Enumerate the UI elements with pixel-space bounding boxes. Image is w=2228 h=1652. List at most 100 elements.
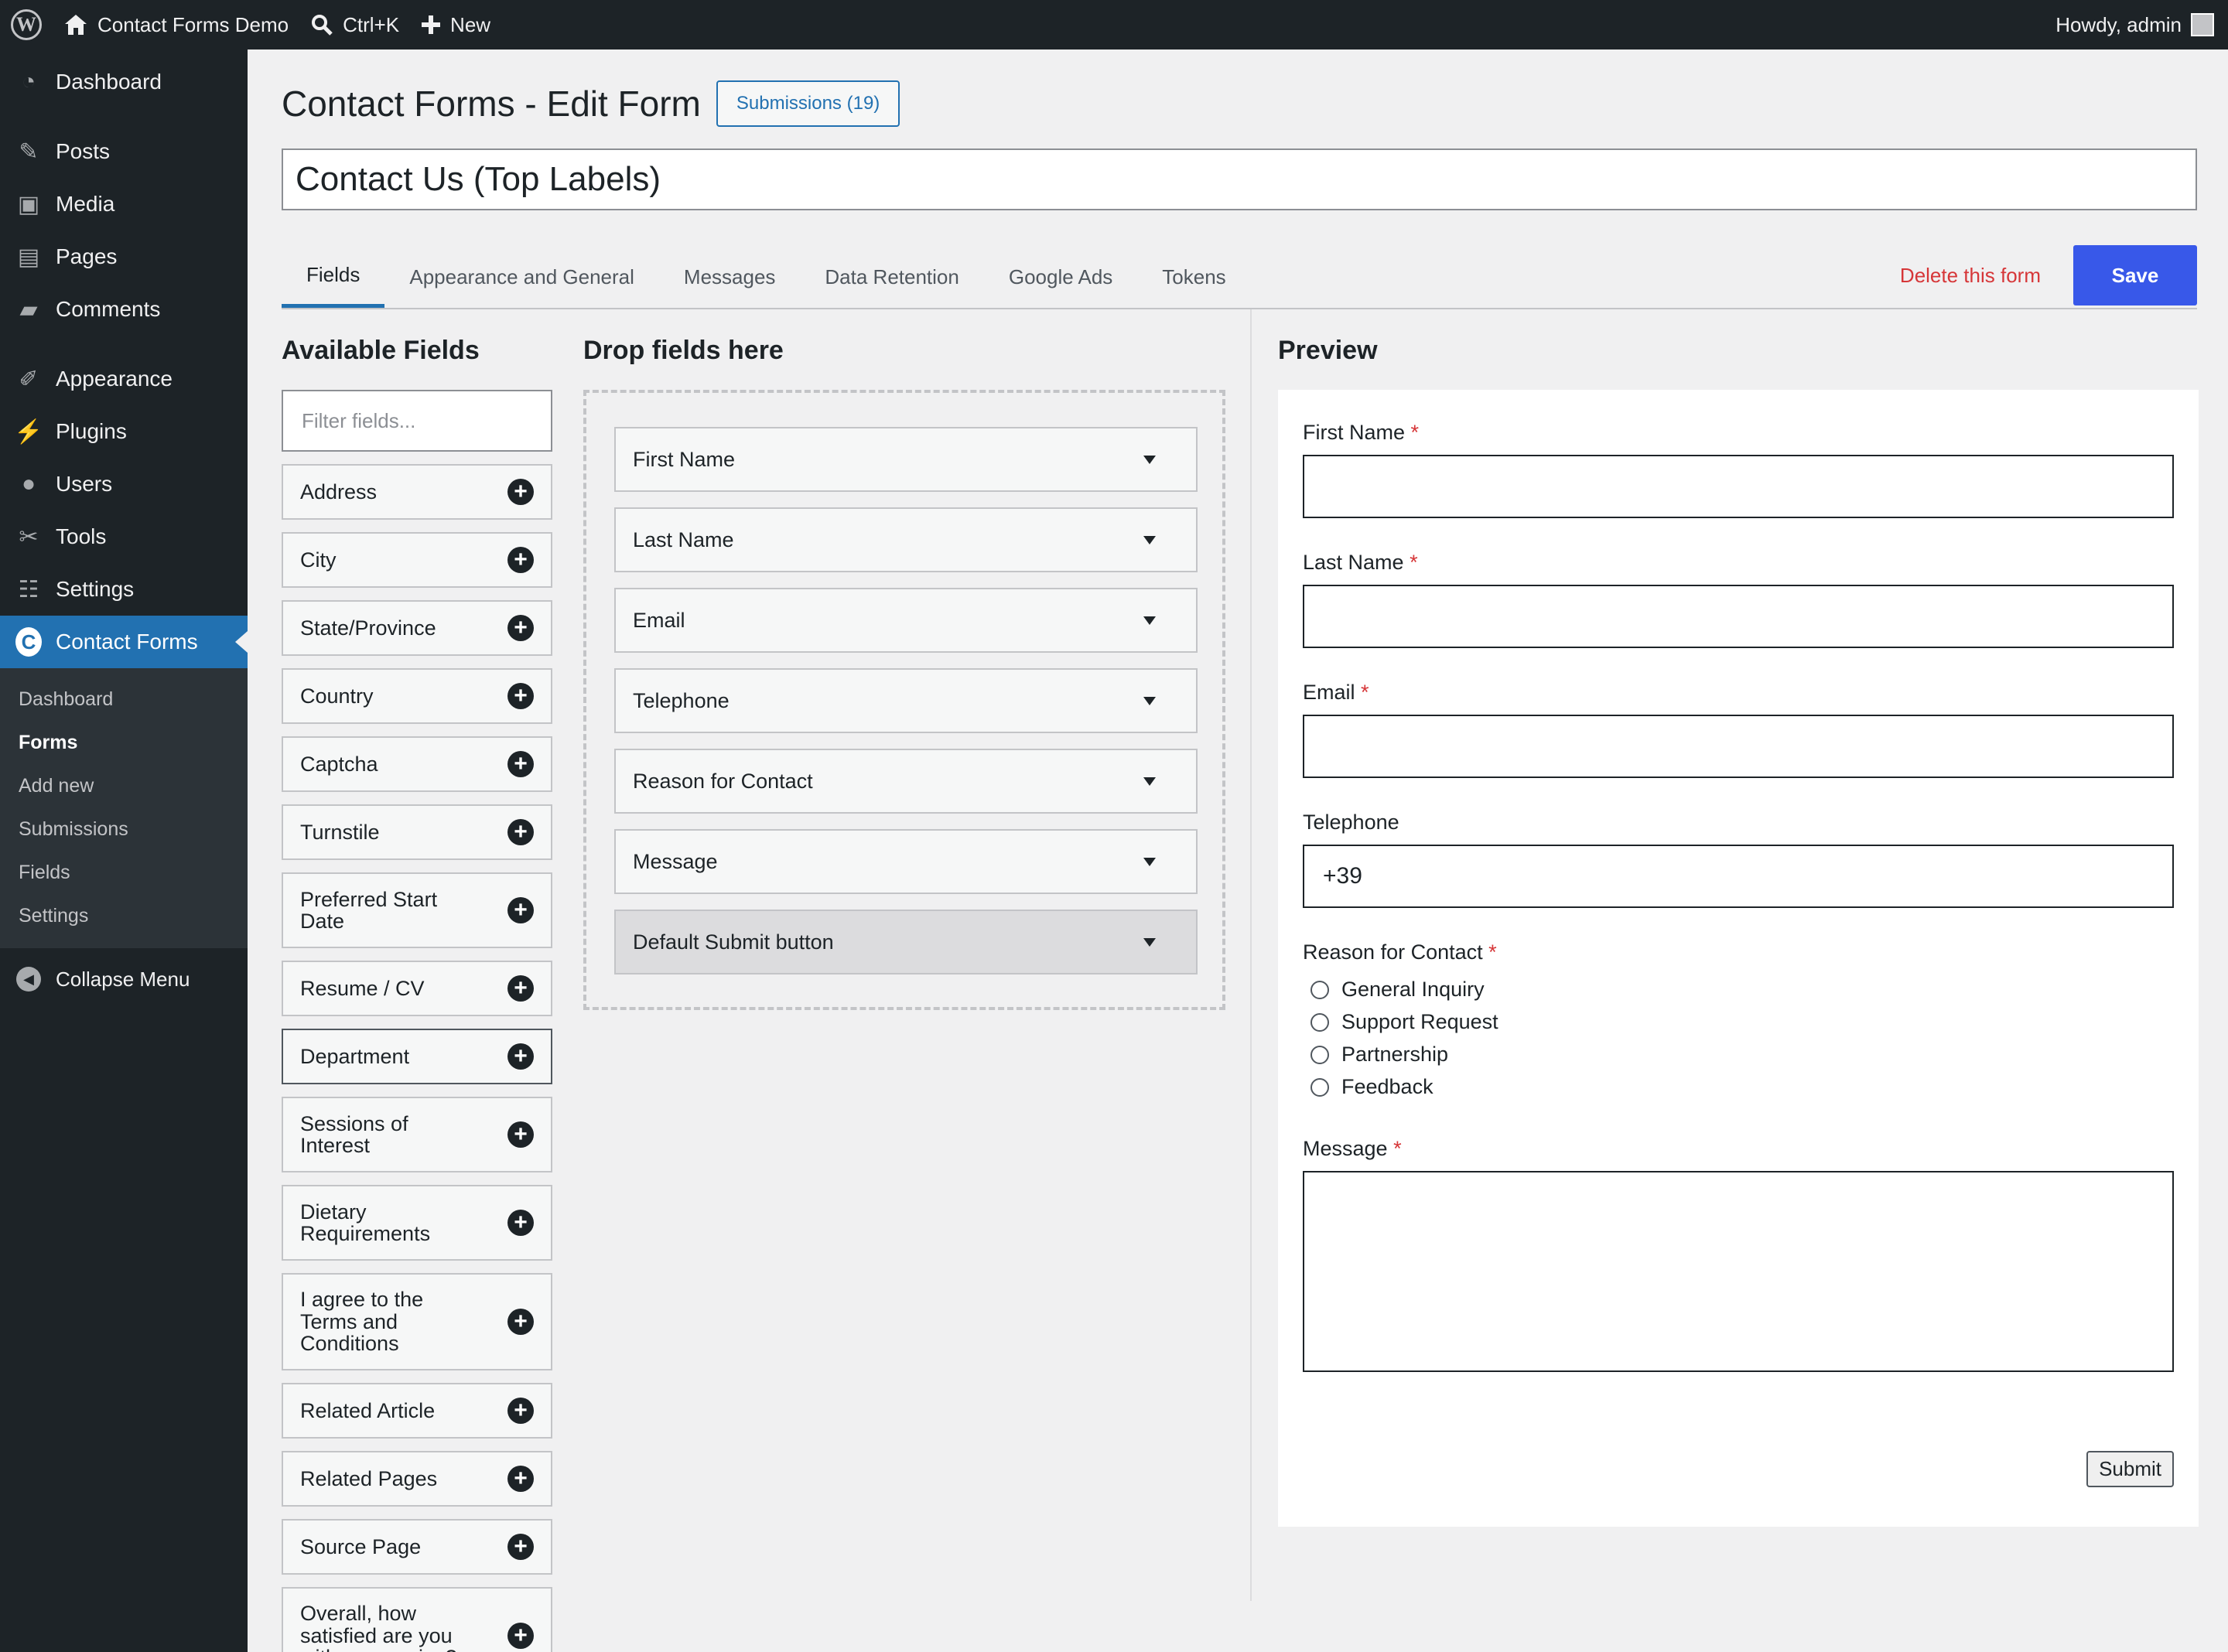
- sidebar-item-users[interactable]: ● Users: [0, 458, 248, 510]
- form-name-input[interactable]: Contact Us (Top Labels): [282, 148, 2197, 210]
- preview-radio-general-inquiry[interactable]: General Inquiry: [1310, 978, 1485, 1002]
- add-circle-icon[interactable]: +: [507, 1210, 534, 1236]
- add-circle-icon[interactable]: +: [507, 1043, 534, 1070]
- drop-zone[interactable]: First Name Last Name Email Telephone Rea…: [583, 390, 1225, 1010]
- tab-data-retention[interactable]: Data Retention: [800, 246, 983, 308]
- wp-logo-link[interactable]: W: [0, 0, 53, 49]
- caret-down-icon[interactable]: [1143, 696, 1156, 705]
- submenu-item-add-new[interactable]: Add new: [0, 764, 248, 807]
- preview-submit-button[interactable]: Submit: [2086, 1451, 2174, 1487]
- caret-down-icon[interactable]: [1143, 616, 1156, 625]
- submenu-item-forms[interactable]: Forms: [0, 721, 248, 764]
- available-field-department[interactable]: Department +: [282, 1029, 552, 1084]
- caret-down-icon[interactable]: [1143, 777, 1156, 786]
- site-name-link[interactable]: Contact Forms Demo: [53, 0, 299, 49]
- submenu-item-dashboard[interactable]: Dashboard: [0, 678, 248, 721]
- add-circle-icon[interactable]: +: [507, 819, 534, 845]
- form-field-last-name[interactable]: Last Name: [614, 507, 1198, 572]
- form-field-email[interactable]: Email: [614, 588, 1198, 653]
- available-field-source-page[interactable]: Source Page +: [282, 1519, 552, 1575]
- add-circle-icon[interactable]: +: [507, 751, 534, 777]
- available-field-preferred-start-date[interactable]: Preferred Start Date +: [282, 872, 552, 948]
- caret-down-icon[interactable]: [1143, 857, 1156, 866]
- available-field-sessions-of-interest[interactable]: Sessions of Interest +: [282, 1097, 552, 1172]
- new-content-button[interactable]: New: [410, 0, 501, 49]
- add-circle-icon[interactable]: +: [507, 1623, 534, 1649]
- add-circle-icon[interactable]: +: [507, 479, 534, 505]
- collapse-menu-label: Collapse Menu: [56, 967, 190, 991]
- search-command-button[interactable]: Ctrl+K: [299, 0, 410, 49]
- sidebar-item-pages[interactable]: ▤ Pages: [0, 230, 248, 283]
- form-field-reason-for-contact[interactable]: Reason for Contact: [614, 749, 1198, 814]
- submenu-item-settings[interactable]: Settings: [0, 894, 248, 937]
- add-circle-icon[interactable]: +: [507, 897, 534, 923]
- collapse-menu-button[interactable]: ◀ Collapse Menu: [0, 953, 248, 1005]
- sidebar-item-plugins[interactable]: ⚡ Plugins: [0, 405, 248, 458]
- preview-radio-support-request[interactable]: Support Request: [1310, 1010, 1498, 1034]
- add-circle-icon[interactable]: +: [507, 1466, 534, 1492]
- tab-tokens[interactable]: Tokens: [1137, 246, 1250, 308]
- plug-icon: ⚡: [14, 418, 43, 445]
- available-field-state-province[interactable]: State/Province +: [282, 600, 552, 656]
- available-field-related-article[interactable]: Related Article +: [282, 1383, 552, 1439]
- available-field-satisfaction[interactable]: Overall, how satisfied are you with our …: [282, 1587, 552, 1652]
- tab-google-ads[interactable]: Google Ads: [984, 246, 1137, 308]
- sidebar-item-appearance[interactable]: ✐ Appearance: [0, 353, 248, 405]
- form-field-message[interactable]: Message: [614, 829, 1198, 894]
- radio-button[interactable]: [1310, 1077, 1329, 1097]
- form-field-telephone[interactable]: Telephone: [614, 668, 1198, 733]
- sidebar-item-label: Users: [56, 472, 113, 496]
- caret-down-icon[interactable]: [1143, 535, 1156, 544]
- submissions-button[interactable]: Submissions (19): [716, 80, 900, 127]
- available-field-city[interactable]: City +: [282, 532, 552, 588]
- preview-first-name-input[interactable]: [1303, 455, 2174, 518]
- available-field-terms-agreement[interactable]: I agree to the Terms and Conditions +: [282, 1273, 552, 1370]
- delete-form-link[interactable]: Delete this form: [1900, 264, 2041, 288]
- sidebar-item-media[interactable]: ▣ Media: [0, 178, 248, 230]
- form-field-submit-button[interactable]: Default Submit button: [614, 910, 1198, 974]
- preview-email-input[interactable]: [1303, 715, 2174, 778]
- add-circle-icon[interactable]: +: [507, 615, 534, 641]
- preview-last-name-input[interactable]: [1303, 585, 2174, 648]
- radio-button[interactable]: [1310, 1045, 1329, 1064]
- sidebar-item-tools[interactable]: ✂ Tools: [0, 510, 248, 563]
- tab-appearance-and-general[interactable]: Appearance and General: [384, 246, 659, 308]
- sidebar-item-contact-forms[interactable]: C Contact Forms: [0, 616, 248, 668]
- add-circle-icon[interactable]: +: [507, 547, 534, 573]
- radio-button[interactable]: [1310, 980, 1329, 999]
- preview-telephone-input[interactable]: +39: [1303, 845, 2174, 908]
- filter-fields-input[interactable]: Filter fields...: [282, 390, 552, 452]
- available-field-dietary-requirements[interactable]: Dietary Requirements +: [282, 1185, 552, 1261]
- submenu-item-fields[interactable]: Fields: [0, 851, 248, 894]
- sidebar-item-dashboard[interactable]: ◔ Dashboard: [0, 56, 248, 108]
- save-button[interactable]: Save: [2073, 245, 2197, 305]
- add-circle-icon[interactable]: +: [507, 1121, 534, 1148]
- add-circle-icon[interactable]: +: [507, 1309, 534, 1335]
- add-circle-icon[interactable]: +: [507, 1534, 534, 1560]
- sidebar-item-comments[interactable]: ▰ Comments: [0, 283, 248, 336]
- drop-zone-heading: Drop fields here: [583, 336, 784, 365]
- available-field-captcha[interactable]: Captcha +: [282, 736, 552, 792]
- available-field-resume-cv[interactable]: Resume / CV +: [282, 961, 552, 1016]
- add-circle-icon[interactable]: +: [507, 1398, 534, 1424]
- available-field-related-pages[interactable]: Related Pages +: [282, 1451, 552, 1507]
- submenu-item-submissions[interactable]: Submissions: [0, 807, 248, 851]
- tab-messages[interactable]: Messages: [659, 246, 801, 308]
- user-account-menu[interactable]: Howdy, admin: [2045, 0, 2228, 49]
- tab-fields[interactable]: Fields: [282, 246, 385, 308]
- new-label: New: [450, 12, 491, 36]
- add-circle-icon[interactable]: +: [507, 975, 534, 1002]
- radio-button[interactable]: [1310, 1012, 1329, 1032]
- preview-radio-partnership[interactable]: Partnership: [1310, 1043, 1448, 1067]
- caret-down-icon[interactable]: [1143, 455, 1156, 464]
- available-field-country[interactable]: Country +: [282, 668, 552, 724]
- available-field-turnstile[interactable]: Turnstile +: [282, 804, 552, 860]
- add-circle-icon[interactable]: +: [507, 683, 534, 709]
- available-field-address[interactable]: Address +: [282, 464, 552, 520]
- preview-message-textarea[interactable]: [1303, 1171, 2174, 1372]
- form-field-first-name[interactable]: First Name: [614, 427, 1198, 492]
- preview-radio-feedback[interactable]: Feedback: [1310, 1075, 1434, 1099]
- sidebar-item-posts[interactable]: ✎ Posts: [0, 125, 248, 178]
- caret-down-icon[interactable]: [1143, 937, 1156, 947]
- sidebar-item-settings[interactable]: ☷ Settings: [0, 563, 248, 616]
